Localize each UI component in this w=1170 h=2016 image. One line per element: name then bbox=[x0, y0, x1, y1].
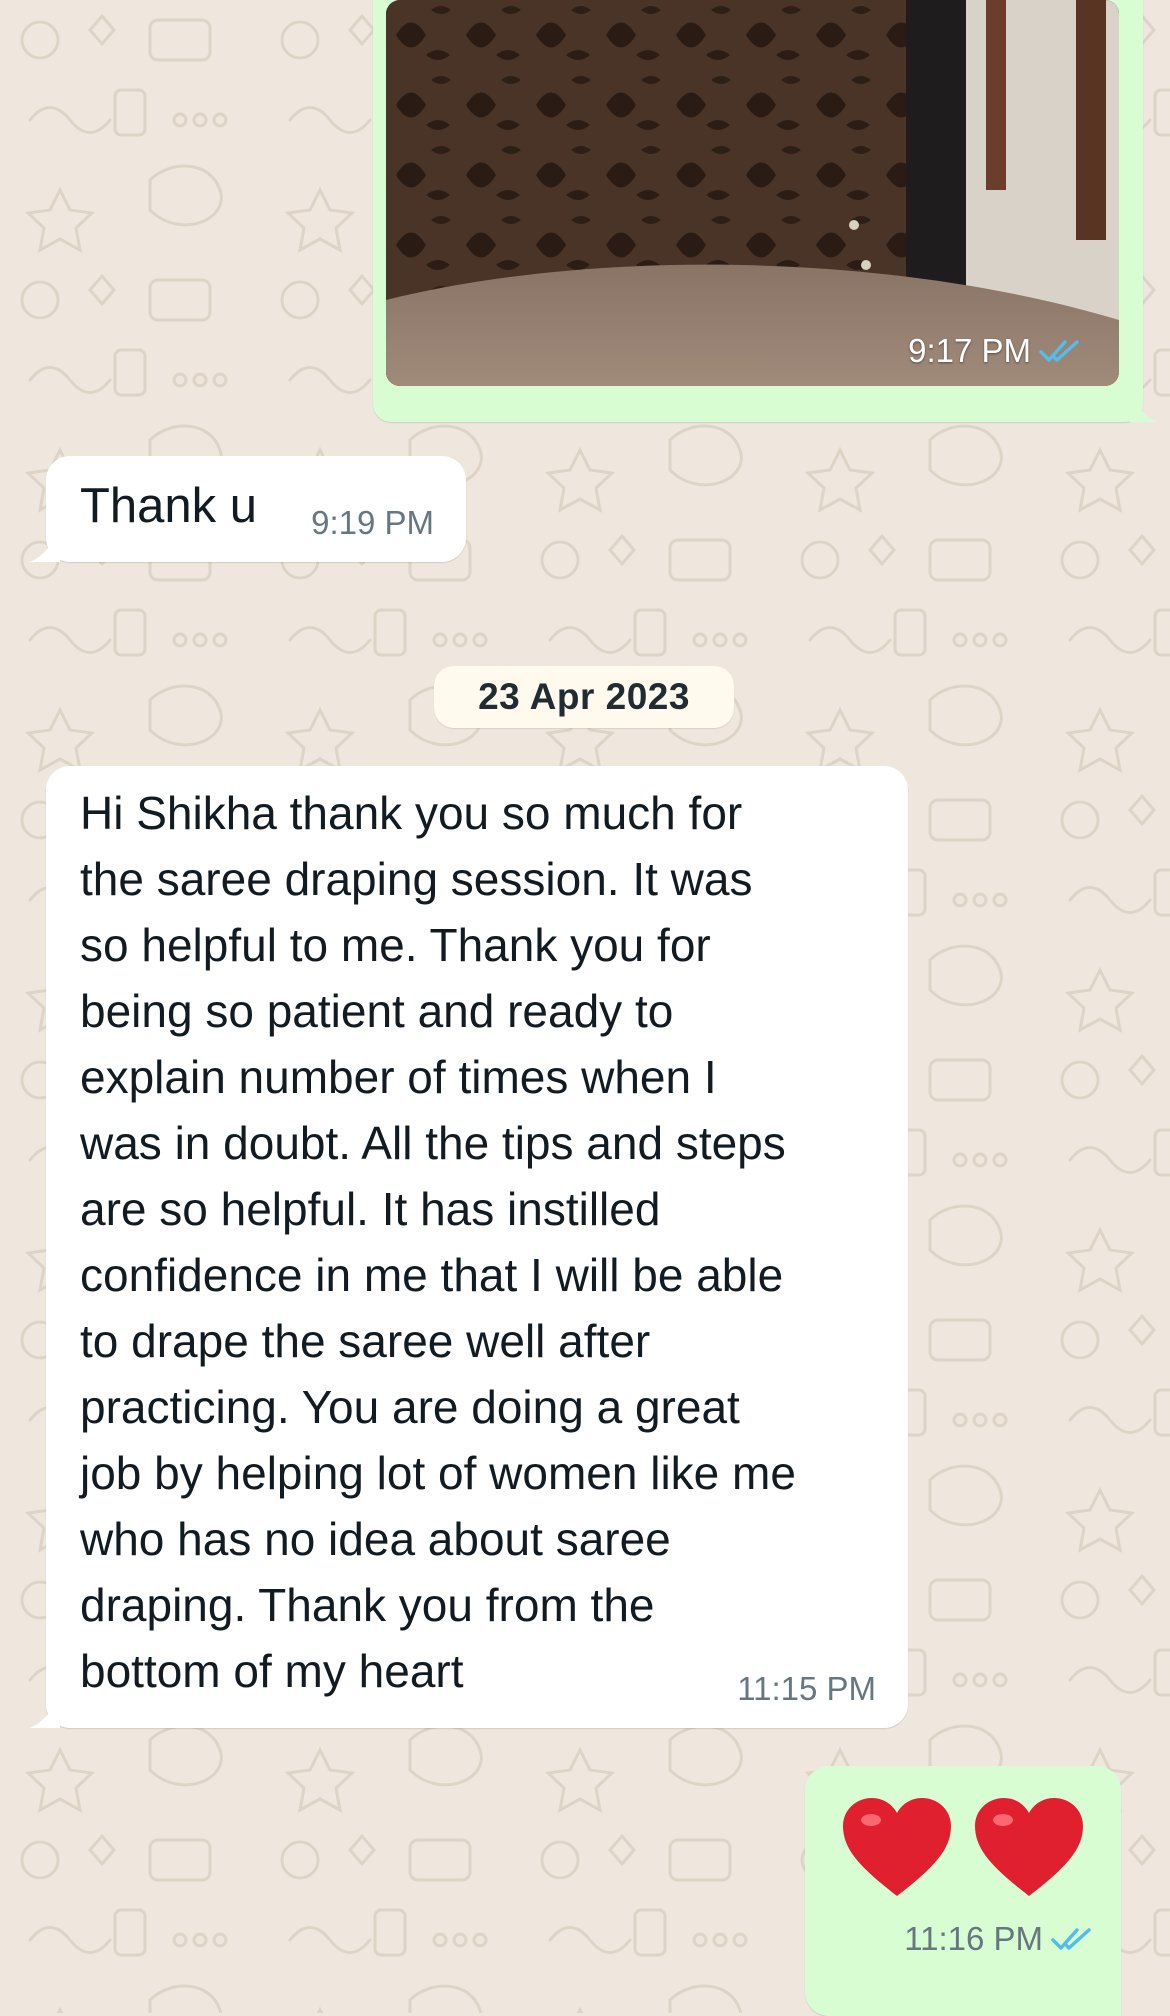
photo-content bbox=[386, 0, 1119, 386]
bubble-tail bbox=[1129, 394, 1157, 422]
message-time: 11:16 PM bbox=[904, 1920, 1043, 1957]
message-line: was in doubt. All the tips and steps bbox=[80, 1117, 786, 1169]
double-check-read-icon bbox=[1039, 340, 1079, 362]
red-heart-icon bbox=[973, 1796, 1085, 1900]
incoming-message[interactable]: Thank u 9:19 PM bbox=[30, 456, 466, 562]
message-text: Thank u bbox=[80, 479, 258, 533]
message-line: so helpful to me. Thank you for bbox=[80, 919, 711, 971]
photo-meta: 9:17 PM bbox=[908, 332, 1081, 370]
bubble-tail bbox=[30, 1698, 60, 1728]
message-line: who has no idea about saree bbox=[80, 1513, 671, 1565]
message-time: 9:19 PM bbox=[311, 504, 434, 541]
message-line: job by helping lot of women like me bbox=[80, 1447, 796, 1499]
message-meta: 11:16 PM bbox=[904, 1920, 1093, 1958]
red-heart-icon bbox=[841, 1796, 953, 1900]
double-check-read-icon bbox=[1051, 1928, 1091, 1950]
message-line: the saree draping session. It was bbox=[80, 853, 753, 905]
message-line: to drape the saree well after bbox=[80, 1315, 651, 1367]
message-line: practicing. You are doing a great bbox=[80, 1381, 740, 1433]
outgoing-photo-message[interactable]: 9:17 PM bbox=[373, 0, 1157, 422]
message-line: are so helpful. It has instilled bbox=[80, 1183, 661, 1235]
message-line: confidence in me that I will be able bbox=[80, 1249, 784, 1301]
outgoing-emoji-message[interactable]: 11:16 PM bbox=[805, 1766, 1121, 2016]
message-line: draping. Thank you from the bbox=[80, 1579, 655, 1631]
emoji-row bbox=[841, 1796, 1085, 1900]
message-line: Hi Shikha thank you so much for bbox=[80, 787, 743, 839]
message-line: explain number of times when I bbox=[80, 1051, 717, 1103]
message-text: Hi Shikha thank you so much for the sare… bbox=[80, 780, 900, 1704]
date-separator: 23 Apr 2023 bbox=[434, 666, 734, 728]
message-time: 11:15 PM bbox=[737, 1670, 876, 1707]
bubble-tail bbox=[30, 532, 60, 562]
incoming-message-long[interactable]: Hi Shikha thank you so much for the sare… bbox=[30, 766, 908, 1728]
shared-photo[interactable]: 9:17 PM bbox=[386, 0, 1119, 386]
message-line: being so patient and ready to bbox=[80, 985, 674, 1037]
message-time: 9:17 PM bbox=[908, 332, 1031, 369]
